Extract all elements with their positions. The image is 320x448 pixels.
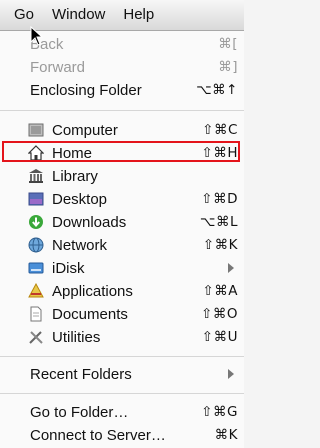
menu-item-idisk[interactable]: iDisk [0,257,244,279]
menu-item-label: Downloads [52,213,127,231]
shortcut: ⇧⌘K [202,237,238,253]
menu-item-recent-folders[interactable]: Recent Folders [0,363,244,385]
mouse-pointer-icon [30,26,44,46]
menu-item-utilities[interactable]: Utilities ⇧⌘U [0,326,244,348]
submenu-arrow-icon [228,369,234,379]
menu-item-label: Forward [30,58,86,76]
home-icon [28,145,44,161]
menu-item-library[interactable]: Library [0,165,244,187]
menu-item-label: Documents [52,305,128,323]
menu-item-computer[interactable]: Computer ⇧⌘C [0,119,244,141]
menu-item-label: Enclosing Folder [30,81,142,99]
menu-item-label: Desktop [52,190,108,208]
shortcut: ⌥⌘L [199,214,238,230]
shortcut: ⇧⌘H [201,145,238,161]
shortcut: ⇧⌘G [201,404,238,420]
menubar-window[interactable]: Window [43,0,114,30]
menu-item-label: Network [52,236,108,254]
menu-item-connect-to-server[interactable]: Connect to Server… ⌘K [0,424,244,446]
menu-item-home[interactable]: Home ⇧⌘H [0,142,244,164]
menu-item-go-to-folder[interactable]: Go to Folder… ⇧⌘G [0,401,244,423]
menu-item-label: Utilities [52,328,101,346]
documents-icon [28,306,44,322]
menu-item-label: Computer [52,121,118,139]
shortcut: ⇧⌘O [201,306,238,322]
shortcut: ⇧⌘A [202,283,238,299]
shortcut: ⌘] [218,59,238,75]
shortcut: ⌘K [214,427,238,443]
shortcut: ⇧⌘C [202,122,238,138]
library-icon [28,168,44,184]
desktop-icon [28,191,44,207]
utilities-icon [28,329,44,345]
separator [0,356,244,357]
computer-icon [28,122,44,138]
menu-item-documents[interactable]: Documents ⇧⌘O [0,303,244,325]
menu-item-label: Recent Folders [30,365,132,383]
menu-item-label: Go to Folder… [30,403,129,421]
menu-item-label: Connect to Server… [30,426,166,444]
menu-item-network[interactable]: Network ⇧⌘K [0,234,244,256]
network-icon [28,237,44,253]
menu-item-applications[interactable]: Applications ⇧⌘A [0,280,244,302]
separator [0,110,244,111]
menu-item-label: iDisk [52,259,85,277]
menu-item-label: Home [52,144,93,162]
idisk-icon [28,260,44,276]
menu-item-label: Library [52,167,98,185]
shortcut: ⌘[ [218,36,238,52]
shortcut: ⇧⌘D [201,191,238,207]
submenu-arrow-icon [228,263,234,273]
menu-item-label: Applications [52,282,133,300]
go-menu: Back ⌘[ Forward ⌘] Enclosing Folder ⌥⌘↑ … [0,31,244,448]
menu-item-downloads[interactable]: Downloads ⌥⌘L [0,211,244,233]
menubar-help[interactable]: Help [114,0,163,30]
downloads-icon [28,214,44,230]
menu-item-forward[interactable]: Forward ⌘] [0,56,244,78]
menu-item-enclosing-folder[interactable]: Enclosing Folder ⌥⌘↑ [0,79,244,101]
separator [0,393,244,394]
menu-item-desktop[interactable]: Desktop ⇧⌘D [0,188,244,210]
shortcut: ⌥⌘↑ [196,82,238,98]
applications-icon [28,283,44,299]
shortcut: ⇧⌘U [201,329,238,345]
